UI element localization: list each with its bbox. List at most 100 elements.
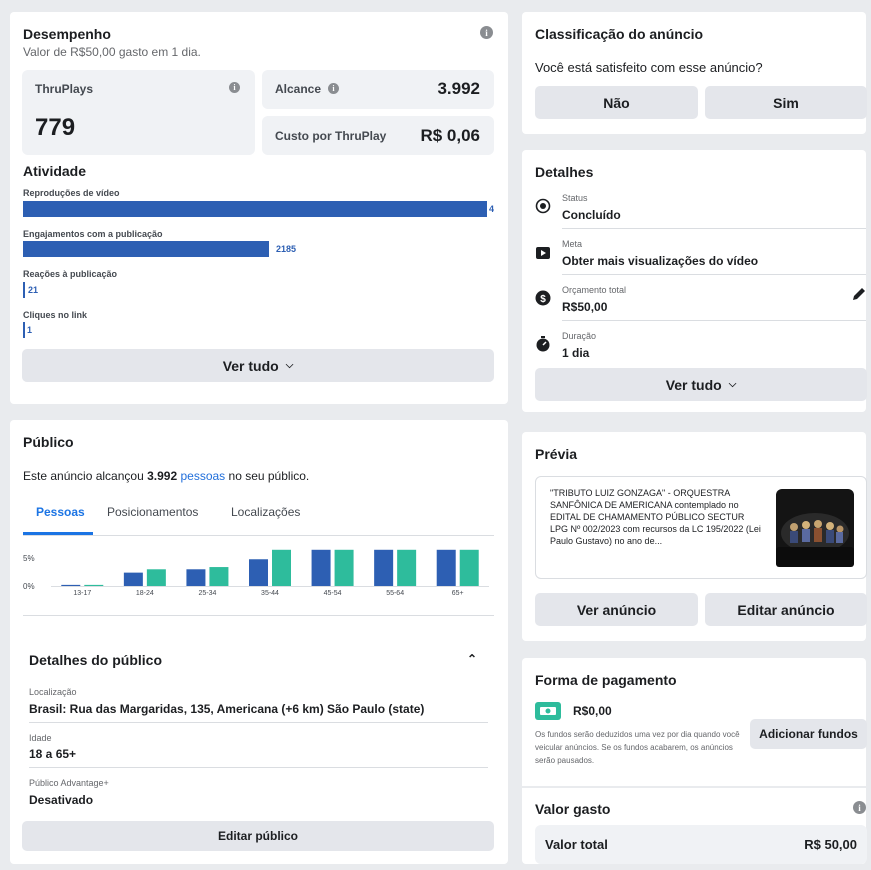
location-label: Localização <box>29 687 77 697</box>
money-icon <box>535 702 561 720</box>
cost-label: Custo por ThruPlay <box>275 129 387 143</box>
thruplays-value: 779 <box>35 114 76 141</box>
x-tick-label: 35-44 <box>261 590 279 597</box>
age-bar <box>84 584 104 586</box>
age-bar <box>272 549 291 586</box>
x-tick-label: 25-34 <box>198 590 216 597</box>
activity-value: 4 <box>489 204 495 214</box>
age-bar <box>397 549 417 586</box>
svg-text:$: $ <box>540 294 546 305</box>
advantage-label: Público Advantage+ <box>29 778 109 788</box>
timer-icon <box>536 336 550 352</box>
rating-card: Classificação do anúncio Você está satis… <box>522 12 867 134</box>
budget-label: Orçamento total <box>562 285 627 295</box>
duration-value: 1 dia <box>562 346 590 360</box>
audience-details-title: Detalhes do público <box>29 652 163 668</box>
yes-button[interactable]: Sim <box>705 86 867 119</box>
see-all-label: Ver tudo <box>222 357 279 374</box>
x-tick-label: 13-17 <box>73 590 91 597</box>
cost-metric: Custo por ThruPlay R$ 0,06 <box>262 116 494 155</box>
activity-label: Reproduções de vídeo <box>23 188 120 198</box>
audience-title: Público <box>23 434 74 450</box>
performance-subtitle: Valor de R$50,00 gasto em 1 dia. <box>23 45 201 59</box>
activity-bar <box>23 241 269 257</box>
activity-value: 2185 <box>276 244 297 254</box>
audience-card: Público Este anúncio alcançou 3.992 pess… <box>10 420 508 864</box>
reach-prefix: Este anúncio alcançou <box>23 469 144 483</box>
see-all-label: Ver tudo <box>665 376 722 393</box>
reach-number: 3.992 <box>147 469 178 483</box>
edit-audience-button[interactable]: Editar público <box>22 821 494 851</box>
age-bar <box>436 549 456 586</box>
add-funds-button[interactable]: Adicionar fundos <box>750 719 867 749</box>
info-icon[interactable]: i <box>480 26 493 39</box>
balance-value: R$0,00 <box>573 704 612 718</box>
view-ad-button[interactable]: Ver anúncio <box>535 593 698 626</box>
activity-value: 21 <box>28 285 39 295</box>
cost-value: R$ 0,06 <box>420 126 480 145</box>
age-value: 18 a 65+ <box>29 747 77 761</box>
age-gender-chart: 5% 0% 13-17 18-24 25-34 35-44 45-54 55-64 65+ <box>23 549 489 597</box>
spent-total-box: Valor total R$ 50,00 <box>535 825 867 864</box>
budget-value: R$50,00 <box>562 300 608 314</box>
location-value: Brasil: Rua das Margaridas, 135, America… <box>29 702 425 716</box>
status-icon <box>535 198 551 214</box>
ad-preview-box[interactable]: "TRIBUTO LUIZ GONZAGA" - ORQUESTRA SANFÔ… <box>535 476 867 579</box>
chevron-down-icon: ⌵ <box>728 379 737 390</box>
tab-people[interactable]: Pessoas <box>36 505 85 519</box>
activity-bar <box>23 322 25 338</box>
info-icon[interactable]: i <box>229 82 240 93</box>
y-tick-label: 5% <box>23 554 35 563</box>
activity-bar <box>23 282 25 298</box>
y-tick-label: 0% <box>23 582 35 591</box>
activity-title: Atividade <box>23 163 87 179</box>
info-icon[interactable]: i <box>328 83 339 94</box>
age-bar <box>374 549 394 586</box>
spent-title: Valor gasto <box>535 801 611 817</box>
performance-title: Desempenho <box>23 26 111 42</box>
duration-label: Duração <box>562 331 597 341</box>
age-label: Idade <box>29 733 52 743</box>
tab-placements[interactable]: Posicionamentos <box>107 505 198 519</box>
age-bar <box>249 559 268 586</box>
activity-value: 1 <box>27 325 33 335</box>
see-all-activity-button[interactable]: Ver tudo ⌵ <box>22 349 494 382</box>
age-bar <box>334 549 354 586</box>
thruplays-metric: ThruPlays i 779 <box>22 70 255 155</box>
video-icon <box>536 247 550 259</box>
age-bar <box>459 549 479 586</box>
x-tick-label: 45-54 <box>324 590 342 597</box>
thruplays-label: ThruPlays <box>35 82 94 96</box>
rating-question: Você está satisfeito com esse anúncio? <box>535 60 763 75</box>
people-link[interactable]: pessoas <box>180 469 225 483</box>
chevron-down-icon: ⌵ <box>285 360 294 371</box>
preview-title: Prévia <box>535 446 578 462</box>
no-button[interactable]: Não <box>535 86 698 119</box>
ad-preview-text: "TRIBUTO LUIZ GONZAGA" - ORQUESTRA SANFÔ… <box>550 488 761 546</box>
details-title: Detalhes <box>535 164 594 180</box>
reach-label: Alcance <box>275 82 322 96</box>
edit-ad-button[interactable]: Editar anúncio <box>705 593 867 626</box>
info-icon[interactable]: i <box>853 801 866 814</box>
age-bar <box>123 572 143 586</box>
tab-locations[interactable]: Localizações <box>231 505 300 519</box>
chevron-up-icon[interactable]: ⌃ <box>467 652 477 666</box>
status-value: Concluído <box>562 208 621 222</box>
x-tick-label: 18-24 <box>136 590 154 597</box>
age-bar <box>186 569 206 586</box>
activity-label: Engajamentos com a publicação <box>23 229 163 239</box>
edit-pencil-icon[interactable] <box>851 286 867 302</box>
activity-bar <box>23 201 487 217</box>
preview-card: Prévia "TRIBUTO LUIZ GONZAGA" - ORQUESTR… <box>522 432 867 641</box>
budget-icon: $ <box>535 290 551 306</box>
audience-reach-text: Este anúncio alcançou 3.992 pessoas no s… <box>23 469 309 483</box>
x-tick-label: 65+ <box>452 590 464 597</box>
age-bar <box>209 567 229 586</box>
reach-suffix: no seu público. <box>228 469 310 483</box>
payment-note: Os fundos serão deduzidos uma vez por di… <box>535 730 740 765</box>
ad-thumbnail <box>776 489 854 567</box>
see-all-details-button[interactable]: Ver tudo ⌵ <box>535 368 867 401</box>
status-label: Status <box>562 193 588 203</box>
advantage-value: Desativado <box>29 793 94 807</box>
performance-card: Desempenho Valor de R$50,00 gasto em 1 d… <box>10 12 508 404</box>
